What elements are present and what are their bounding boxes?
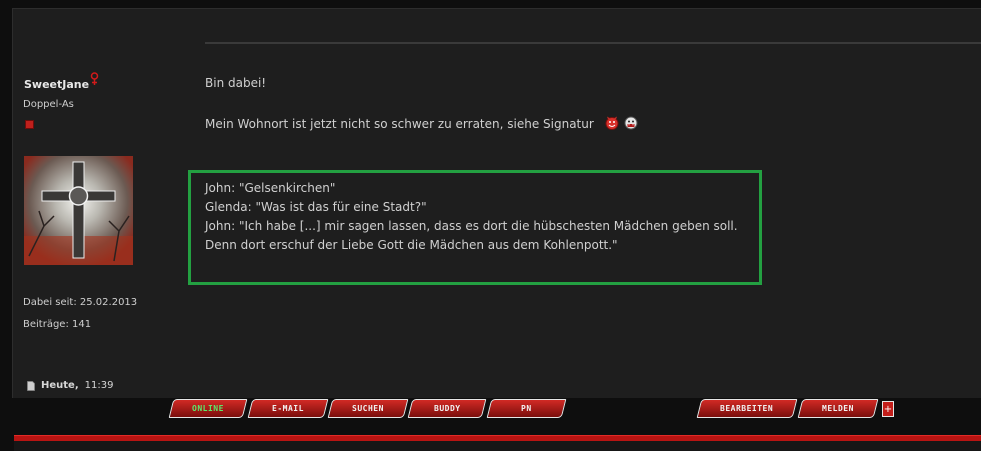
buddy-button[interactable]: BUDDY xyxy=(407,399,487,418)
forum-frame: SweetJane Doppel-As Dabei seit: 25.02.20… xyxy=(0,0,981,451)
joined-date: Dabei seit: 25.02.2013 xyxy=(23,297,138,308)
edit-button[interactable]: BEARBEITEN xyxy=(696,399,798,418)
devil-smiley-icon xyxy=(605,116,619,130)
email-button[interactable]: E-MAIL xyxy=(247,399,329,418)
quote-line: Denn dort erschuf der Liebe Gott die Mäd… xyxy=(205,238,618,252)
post-day: Heute, xyxy=(41,380,79,391)
bottom-shadow xyxy=(14,441,981,451)
female-symbol-icon xyxy=(90,72,99,85)
document-icon xyxy=(27,380,35,391)
report-button[interactable]: MELDEN xyxy=(797,399,879,418)
quote-add-button[interactable]: + xyxy=(882,401,894,417)
forum-post: SweetJane Doppel-As Dabei seit: 25.02.20… xyxy=(12,8,981,398)
user-rank: Doppel-As xyxy=(23,99,74,110)
quote-line: John: "Ich habe [...] mir sagen lassen, … xyxy=(205,219,738,233)
quote-box: John: "Gelsenkirchen" Glenda: "Was ist d… xyxy=(188,170,762,285)
pm-button[interactable]: PN xyxy=(486,399,567,418)
quote-line: John: "Gelsenkirchen" xyxy=(205,181,336,195)
quote-line: Glenda: "Was ist das für eine Stadt?" xyxy=(205,200,427,214)
post-timestamp: Heute, 11:39 xyxy=(27,380,113,391)
post-count: Beiträge: 141 xyxy=(23,319,92,330)
avatar[interactable] xyxy=(24,156,133,265)
post-text-line: Bin dabei! xyxy=(205,76,267,90)
post-time: 11:39 xyxy=(84,380,114,391)
vampire-smiley-icon xyxy=(624,116,638,130)
post-action-bar: ONLINE E-MAIL SUCHEN BUDDY PN BEARBEITEN… xyxy=(0,399,981,422)
rank-pip-icon xyxy=(25,120,34,129)
username-link[interactable]: SweetJane xyxy=(24,78,89,91)
post-text-line: Mein Wohnort ist jetzt nicht so schwer z… xyxy=(205,117,594,131)
search-button[interactable]: SUCHEN xyxy=(327,399,409,418)
online-status-button[interactable]: ONLINE xyxy=(168,399,248,418)
post-divider xyxy=(205,42,981,44)
